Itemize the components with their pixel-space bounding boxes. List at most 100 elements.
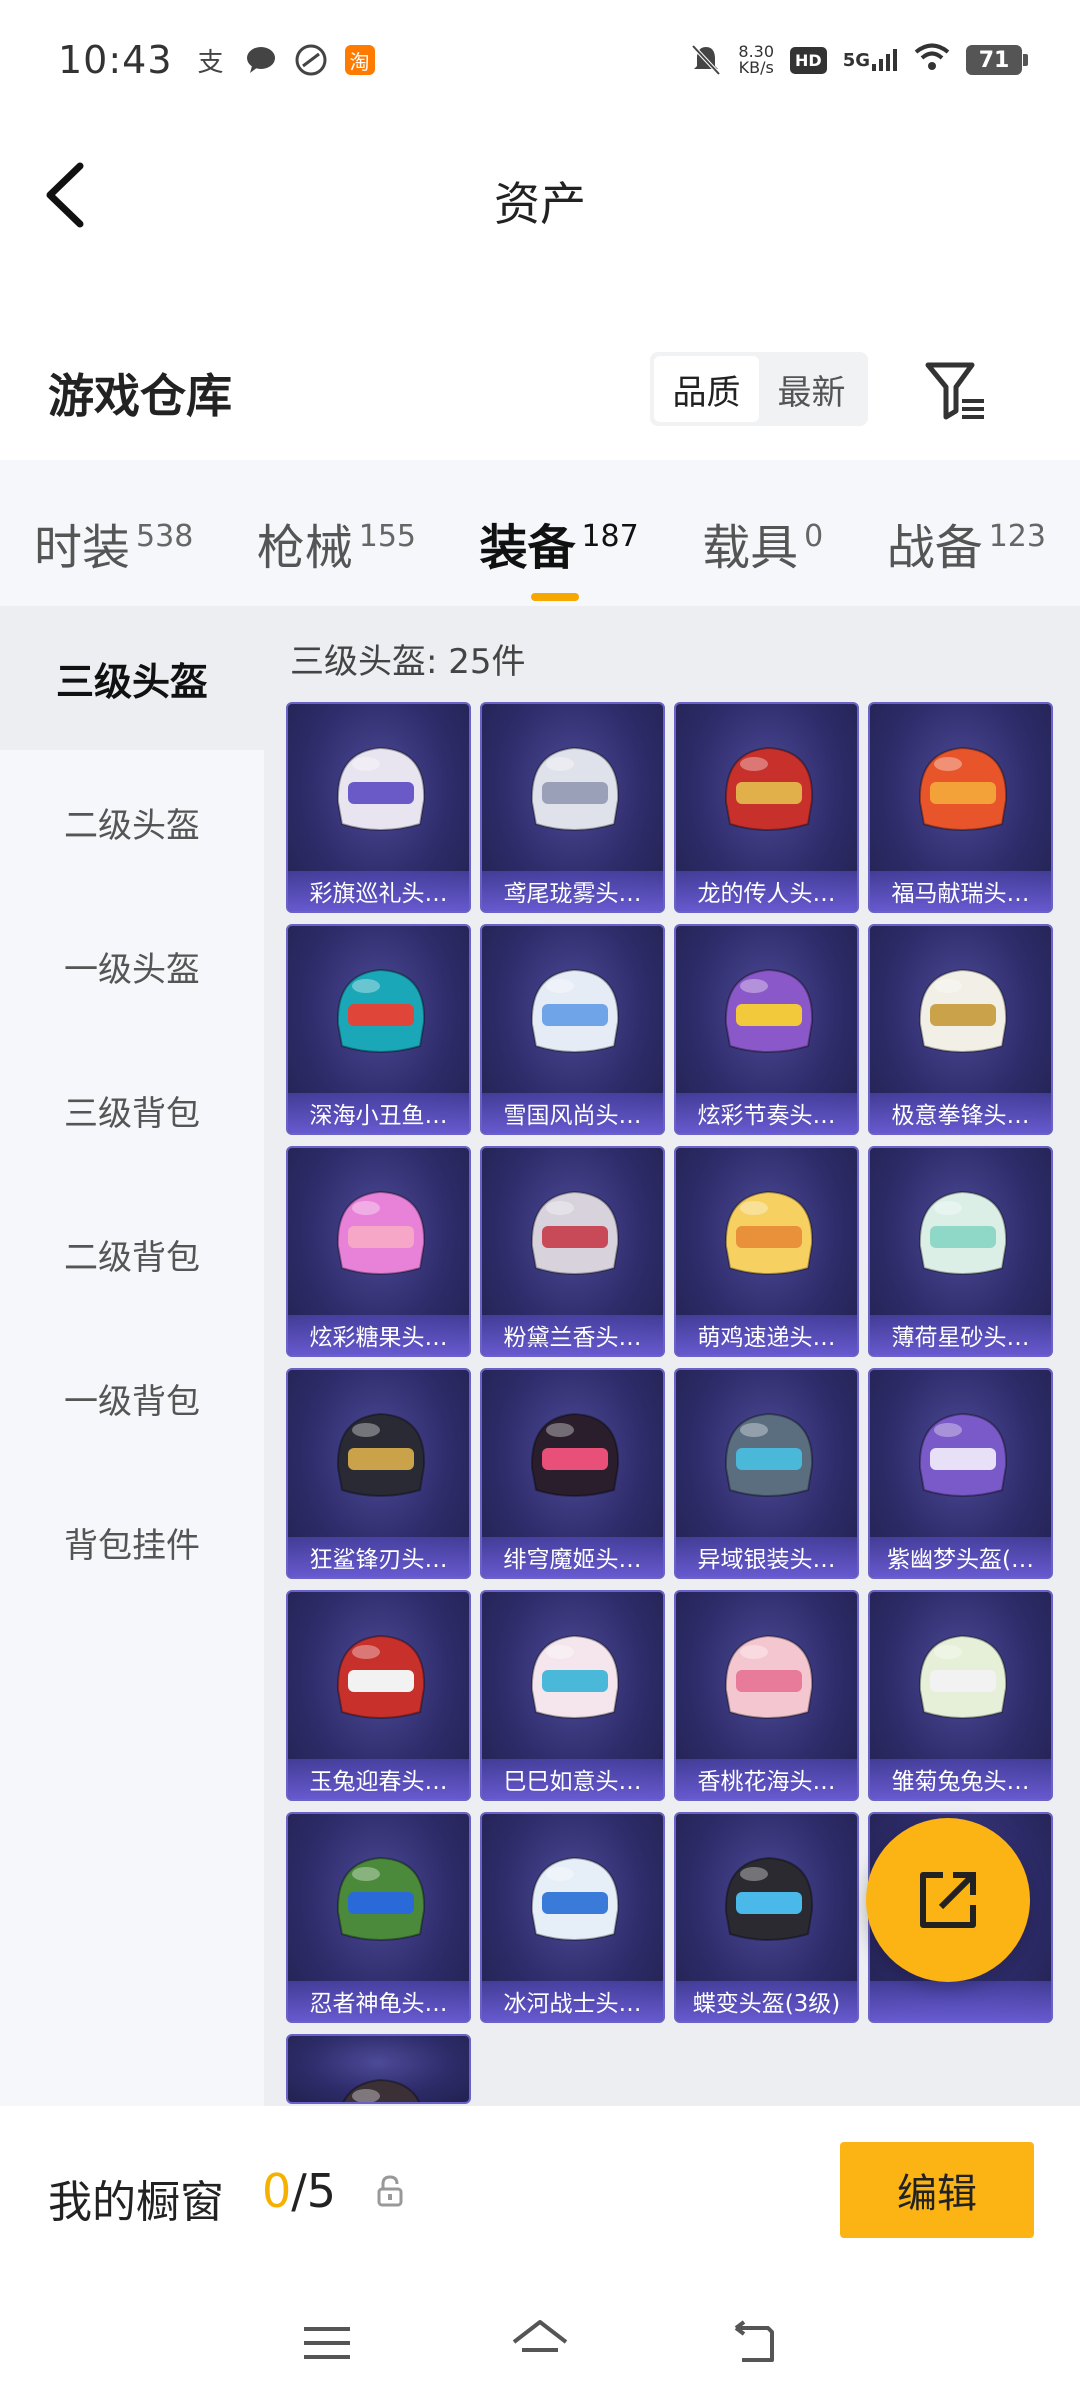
item-card[interactable]: 极意拳锋头… (868, 924, 1053, 1135)
side-item-level1-helmet[interactable]: 一级头盔 (0, 894, 264, 1038)
item-name: 雪国风尚头… (482, 1093, 663, 1133)
item-name: 深海小丑鱼… (288, 1093, 469, 1133)
item-card[interactable]: 香桃花海头… (674, 1590, 859, 1801)
item-card[interactable]: 粉黛兰香头… (480, 1146, 665, 1357)
category-tabs: 时装 538 枪械 155 装备 187 载具 0 战备 123 (0, 460, 1080, 606)
home-icon (512, 2320, 568, 2352)
item-card[interactable] (286, 2034, 471, 2104)
helmet-icon (918, 968, 1008, 1053)
item-name: 薄荷星砂头… (870, 1315, 1051, 1355)
item-card[interactable]: 雏菊兔兔头… (868, 1590, 1053, 1801)
share-external-icon (920, 1872, 976, 1928)
item-card[interactable]: 巳巳如意头… (480, 1590, 665, 1801)
item-card[interactable]: 炫彩节奏头… (674, 924, 859, 1135)
showcase-current: 0 (262, 2164, 292, 2218)
tab-gear[interactable]: 战备 123 (887, 483, 1046, 583)
net-speed: 8.30 KB/s (738, 42, 775, 77)
side-item-backpack-pendant[interactable]: 背包挂件 (0, 1470, 264, 1614)
battery-icon: 71 (966, 45, 1028, 75)
item-name: 福马献瑞头… (870, 871, 1051, 911)
item-name: 蝶变头盔(3级) (676, 1981, 857, 2021)
filter-icon (925, 362, 984, 420)
item-card[interactable]: 萌鸡速递头… (674, 1146, 859, 1357)
tab-count: 123 (988, 519, 1046, 554)
tab-label: 战备 (886, 520, 983, 576)
item-card[interactable]: 狂鲨锋刃头… (286, 1368, 471, 1579)
menu-button[interactable] (292, 2308, 362, 2378)
item-name: 萌鸡速递头… (676, 1315, 857, 1355)
helmet-icon (918, 1190, 1008, 1275)
item-name: 彩旗巡礼头… (288, 871, 469, 911)
item-card[interactable]: 玉兔迎春头… (286, 1590, 471, 1801)
tab-count: 187 (581, 519, 639, 554)
sort-newest-button[interactable]: 最新 (759, 356, 864, 422)
item-card[interactable]: 龙的传人头… (674, 702, 859, 913)
item-card[interactable]: 炫彩糖果头… (286, 1146, 471, 1357)
side-item-level2-helmet[interactable]: 二级头盔 (0, 750, 264, 894)
showcase-max: 5 (306, 2164, 337, 2218)
item-card[interactable]: 绯穹魔姬头… (480, 1368, 665, 1579)
helmet-icon (724, 746, 814, 831)
back-nav-button[interactable] (718, 2308, 788, 2378)
tab-weapons[interactable]: 枪械 155 (257, 483, 416, 583)
helmet-icon (336, 1856, 426, 1941)
showcase-bar: 我的橱窗 0/5 编辑 (0, 2106, 1080, 2286)
item-card[interactable]: 紫幽梦头盔(… (868, 1368, 1053, 1579)
share-button[interactable] (866, 1818, 1030, 1982)
item-name: 忍者神龟头… (288, 1981, 469, 2021)
item-name: 鸢尾珑雾头… (482, 871, 663, 911)
system-nav-bar (0, 2286, 1080, 2400)
helmet-icon (336, 746, 426, 831)
showcase-count: 0/5 (262, 2164, 336, 2218)
tab-equipment[interactable]: 装备 187 (479, 483, 639, 601)
tab-fashion[interactable]: 时装 538 (34, 483, 193, 583)
side-item-level3-helmet[interactable]: 三级头盔 (0, 606, 264, 750)
item-card[interactable]: 彩旗巡礼头… (286, 702, 471, 913)
side-item-level2-backpack[interactable]: 二级背包 (0, 1182, 264, 1326)
grid-heading: 三级头盔: 25件 (290, 642, 526, 682)
item-card[interactable]: 薄荷星砂头… (868, 1146, 1053, 1357)
helmet-icon (918, 746, 1008, 831)
item-name: 雏菊兔兔头… (870, 1759, 1051, 1799)
back-icon (735, 2320, 775, 2362)
status-time: 10:43 (58, 38, 173, 82)
status-right-icons: 8.30 KB/s HD 5G 71 (690, 42, 1028, 77)
sort-toggle: 品质 最新 (650, 352, 868, 426)
active-tab-indicator (531, 593, 580, 601)
menu-icon (303, 2327, 350, 2359)
filter-button[interactable] (920, 355, 990, 425)
tab-label: 时装 (34, 520, 131, 576)
item-name: 炫彩节奏头… (676, 1093, 857, 1133)
helmet-icon (724, 1634, 814, 1719)
item-card[interactable]: 蝶变头盔(3级) (674, 1812, 859, 2023)
side-item-level1-backpack[interactable]: 一级背包 (0, 1326, 264, 1470)
item-card[interactable]: 忍者神龟头… (286, 1812, 471, 2023)
item-card[interactable]: 异域银装头… (674, 1368, 859, 1579)
helmet-icon (336, 968, 426, 1053)
tab-count: 155 (358, 519, 416, 554)
helmet-icon (530, 968, 620, 1053)
item-card[interactable]: 雪国风尚头… (480, 924, 665, 1135)
helmet-icon (724, 1412, 814, 1497)
item-card[interactable]: 鸢尾珑雾头… (480, 702, 665, 913)
showcase-label: 我的橱窗 (48, 2177, 224, 2228)
hd-badge: HD (790, 46, 827, 74)
helmet-icon (336, 1634, 426, 1719)
tab-vehicles[interactable]: 载具 0 (702, 483, 823, 583)
home-button[interactable] (505, 2308, 575, 2378)
item-card[interactable]: 福马献瑞头… (868, 702, 1053, 913)
edit-button[interactable]: 编辑 (840, 2142, 1034, 2238)
side-item-level3-backpack[interactable]: 三级背包 (0, 1038, 264, 1182)
item-card[interactable]: 深海小丑鱼… (286, 924, 471, 1135)
sort-quality-button[interactable]: 品质 (654, 356, 759, 422)
helmet-icon (342, 2078, 421, 2102)
mute-bell-icon (690, 44, 722, 76)
tab-label: 载具 (702, 520, 799, 576)
item-name: 异域银装头… (676, 1537, 857, 1577)
item-card[interactable]: 冰河战士头… (480, 1812, 665, 2023)
helmet-icon (530, 746, 620, 831)
helmet-icon (724, 1190, 814, 1275)
helmet-icon (918, 1634, 1008, 1719)
showcase-separator: / (291, 2164, 307, 2218)
tab-count: 0 (804, 519, 824, 554)
